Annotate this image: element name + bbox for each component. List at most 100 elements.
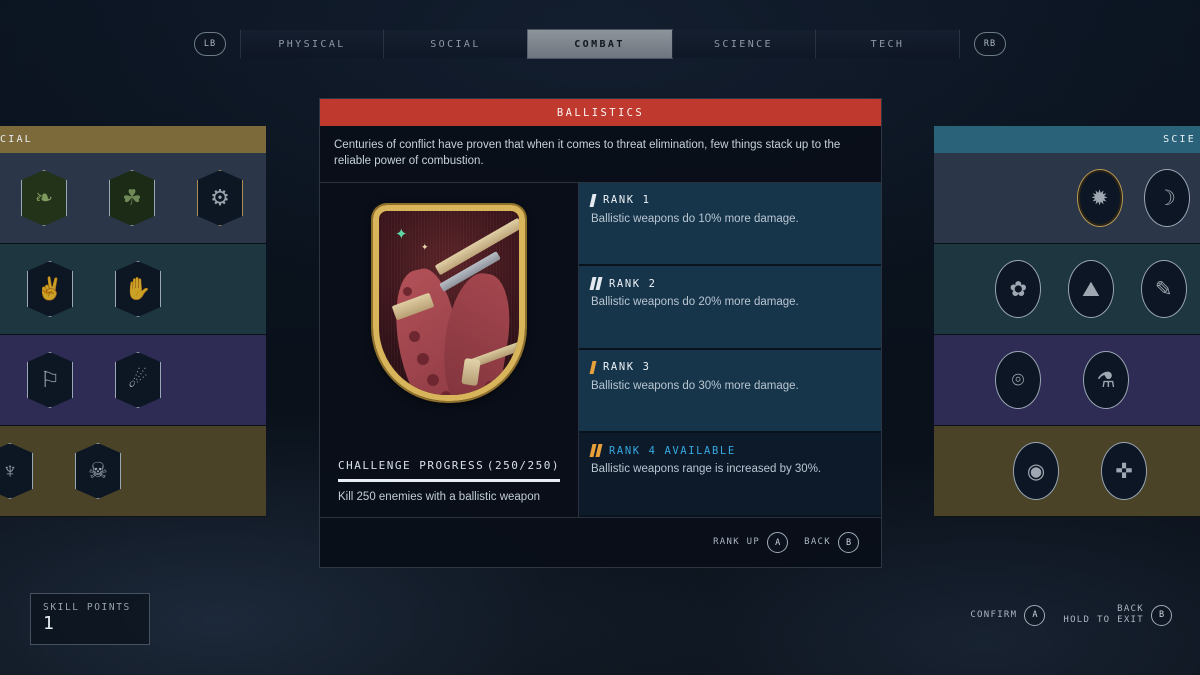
sparkle-gold-icon: ✦ bbox=[421, 241, 429, 252]
challenge-progress-bar bbox=[338, 479, 560, 482]
rank-title: RANK 4 AVAILABLE bbox=[609, 444, 736, 457]
tentacle-sucker bbox=[409, 330, 420, 342]
botany-skill-icon[interactable]: ✿ bbox=[995, 260, 1042, 318]
rank-header: RANK 3 bbox=[589, 360, 867, 374]
skill-row: ✿ ⛰ ✎ bbox=[934, 244, 1200, 335]
rank-title: RANK 2 bbox=[609, 277, 657, 290]
rank-description: Ballistic weapons range is increased by … bbox=[591, 463, 822, 476]
rank-tick-icon bbox=[595, 444, 603, 458]
left-bumper-icon[interactable]: LB bbox=[194, 32, 226, 56]
tab-combat[interactable]: COMBAT bbox=[528, 30, 672, 58]
sparkle-green-icon: ✦ bbox=[395, 225, 408, 243]
back-label: BACK bbox=[804, 536, 831, 547]
skill-glyph: ⚐ bbox=[40, 367, 60, 392]
gold-skill-icon[interactable]: ⚙ bbox=[197, 170, 243, 226]
skill-detail-panel: BALLISTICS Centuries of conflict have pr… bbox=[319, 98, 882, 568]
rank-row[interactable]: RANK 4 AVAILABLE Ballistic weapons range … bbox=[579, 433, 881, 518]
tab-tech[interactable]: TECH bbox=[816, 30, 960, 58]
right-category-panel: SCIE ✹ ☽ ✿ ⛰ ✎ ⌾ ⚗ ◉ ✜ bbox=[934, 126, 1200, 518]
skill-glyph: ✹ bbox=[1090, 186, 1109, 210]
cup-skill-icon[interactable]: ♆ bbox=[0, 443, 33, 499]
challenge-objective: Kill 250 enemies with a ballistic weapon bbox=[338, 491, 540, 503]
skill-row: ⚐ ☄ bbox=[0, 335, 266, 426]
handshake-skill-icon[interactable]: ✌ bbox=[27, 261, 73, 317]
skill-glyph: ☘ bbox=[122, 185, 142, 210]
skill-row: ✌ ✋ bbox=[0, 244, 266, 335]
skill-glyph: ⚙ bbox=[210, 185, 230, 210]
green-skill-icon[interactable]: ☘ bbox=[109, 170, 155, 226]
chemistry-skill-icon[interactable]: ⚗ bbox=[1083, 351, 1129, 409]
vine-skill-icon[interactable]: ❧ bbox=[21, 170, 67, 226]
skill-glyph: ✋ bbox=[124, 276, 152, 301]
skill-points-box: SKILL POINTS 1 bbox=[30, 593, 150, 645]
planetary-skill-icon[interactable]: ☽ bbox=[1143, 169, 1190, 227]
tentacle-sucker bbox=[403, 286, 412, 296]
skill-glyph: ☽ bbox=[1157, 186, 1176, 210]
skill-glyph: ♆ bbox=[1, 458, 19, 483]
back-button-glyph[interactable]: B bbox=[838, 532, 859, 553]
skill-row: ✹ ☽ bbox=[934, 153, 1200, 244]
bottom-prompt-bar: CONFIRM A BACK HOLD TO EXIT B bbox=[970, 604, 1172, 627]
rank-tick-marks bbox=[589, 360, 597, 374]
right-category-header: SCIE bbox=[934, 126, 1200, 153]
rank-tick-icon bbox=[589, 360, 597, 374]
right-skill-grid: ✹ ☽ ✿ ⛰ ✎ ⌾ ⚗ ◉ ✜ bbox=[934, 153, 1200, 517]
right-bumper-icon[interactable]: RB bbox=[974, 32, 1006, 56]
zoology-skill-icon[interactable]: ✜ bbox=[1101, 442, 1147, 500]
challenge-progress-fill bbox=[338, 479, 560, 482]
skill-points-label: SKILL POINTS bbox=[43, 602, 131, 613]
back-button-glyph[interactable]: B bbox=[1151, 604, 1172, 626]
skill-row: ⌾ ⚗ bbox=[934, 335, 1200, 426]
alien-skill-icon[interactable]: ☄ bbox=[115, 352, 161, 408]
theft-skill-icon[interactable]: ✋ bbox=[115, 261, 161, 317]
tab-list: PHYSICAL SOCIAL COMBAT SCIENCE TECH bbox=[240, 30, 960, 58]
skill-glyph: ✌ bbox=[36, 276, 64, 301]
skill-glyph: ✎ bbox=[1154, 277, 1173, 301]
skill-glyph: ☠ bbox=[88, 458, 108, 483]
astrophysics-skill-icon[interactable]: ✹ bbox=[1076, 169, 1123, 227]
rank-list: RANK 1 Ballistic weapons do 10% more dama… bbox=[579, 182, 881, 518]
surveying-skill-icon[interactable]: ◉ bbox=[1013, 442, 1059, 500]
rank-up-prompt[interactable]: RANK UP A bbox=[713, 532, 789, 553]
rank-description: Ballistic weapons do 30% more damage. bbox=[591, 379, 799, 392]
rank-up-button-glyph[interactable]: A bbox=[767, 532, 789, 553]
geology-skill-icon[interactable]: ⛰ bbox=[1068, 260, 1114, 318]
skill-row: ◉ ✜ bbox=[934, 426, 1200, 517]
rank-tick-marks bbox=[589, 277, 603, 291]
leadership-skill-icon[interactable]: ⚐ bbox=[27, 352, 73, 408]
tab-physical[interactable]: PHYSICAL bbox=[240, 30, 384, 58]
rank-header: RANK 2 bbox=[589, 277, 867, 291]
rank-row[interactable]: RANK 3 Ballistic weapons do 30% more dama… bbox=[579, 349, 881, 434]
skill-glyph: ☄ bbox=[128, 367, 148, 392]
skill-glyph: ✜ bbox=[1115, 459, 1133, 483]
confirm-button-glyph[interactable]: A bbox=[1024, 604, 1046, 626]
ballistics-skill-badge: ✦ ✦ bbox=[373, 204, 525, 401]
challenge-label: CHALLENGE PROGRESS bbox=[338, 459, 485, 472]
rank-description: Ballistic weapons do 10% more damage. bbox=[591, 212, 799, 225]
back-prompt[interactable]: BACK HOLD TO EXIT B bbox=[1063, 604, 1172, 627]
back-prompt[interactable]: BACK B bbox=[804, 532, 859, 553]
rank-title: RANK 3 bbox=[603, 361, 651, 374]
skill-glyph: ✿ bbox=[1009, 277, 1028, 301]
tentacle-sucker bbox=[441, 390, 451, 395]
challenge-counter: (250/250) bbox=[486, 459, 560, 472]
rank-tick-marks bbox=[589, 193, 597, 207]
skill-glyph: ⚗ bbox=[1096, 368, 1116, 392]
challenge-header: CHALLENGE PROGRESS (250/250) bbox=[338, 459, 560, 479]
skill-glyph: ◉ bbox=[1026, 459, 1046, 483]
rank-row[interactable]: RANK 2 Ballistic weapons do 20% more dama… bbox=[579, 266, 881, 350]
research-skill-icon[interactable]: ✎ bbox=[1140, 260, 1187, 318]
skill-detail-body: ✦ ✦ CHALLENGE PROGRESS (250/250) Kill 25… bbox=[320, 182, 881, 518]
confirm-prompt[interactable]: CONFIRM A bbox=[970, 604, 1046, 626]
tentacle-sucker bbox=[427, 373, 439, 386]
skill-glyph: ⌾ bbox=[1011, 368, 1025, 392]
left-category-header: CIAL bbox=[0, 126, 266, 153]
skill-row: ♆ ☠ bbox=[0, 426, 266, 517]
intimidation-skill-icon[interactable]: ☠ bbox=[75, 443, 121, 499]
challenge-progress: CHALLENGE PROGRESS (250/250) Kill 250 en… bbox=[320, 459, 578, 517]
rank-row[interactable]: RANK 1 Ballistic weapons do 10% more dama… bbox=[579, 182, 881, 267]
tab-social[interactable]: SOCIAL bbox=[384, 30, 528, 58]
scanning-skill-icon[interactable]: ⌾ bbox=[995, 351, 1041, 409]
tab-science[interactable]: SCIENCE bbox=[672, 30, 816, 58]
skill-points-value: 1 bbox=[43, 613, 54, 634]
